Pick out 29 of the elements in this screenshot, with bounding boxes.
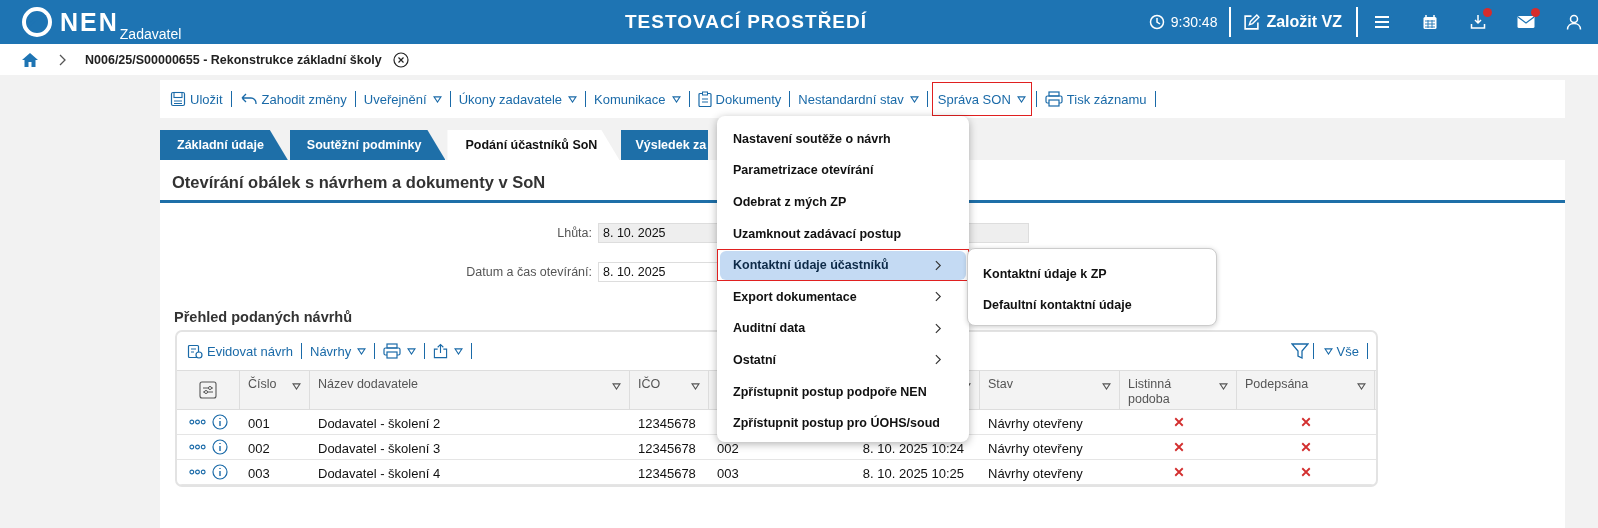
table-cell: Dodavatel - školení 3	[318, 441, 441, 456]
table-cell: 8. 10. 2025 10:25	[862, 466, 964, 481]
table-cell: 003	[717, 466, 739, 481]
column-header: Stav	[988, 377, 1013, 391]
clock-time: 9:30:48	[1170, 14, 1218, 30]
table-cell: 002	[717, 441, 739, 456]
column-header: Číslo	[248, 377, 277, 391]
table-cell: 001	[248, 416, 270, 431]
column-header: IČO	[638, 377, 661, 391]
table-cell: Dodavatel - školení 2	[318, 416, 441, 431]
table-cell: 12345678	[638, 416, 696, 431]
logo-subtitle: Zadavatel	[119, 26, 182, 42]
column-header: Název dodavatele	[318, 377, 419, 391]
table-cell: 12345678	[638, 441, 696, 456]
table-cell: 002	[248, 441, 270, 456]
table-cell: Návrhy otevřeny	[988, 466, 1083, 481]
table-cell: Návrhy otevřeny	[988, 441, 1083, 456]
table-cell: Návrhy otevřeny	[988, 416, 1083, 431]
logo-text: NEN	[60, 7, 119, 37]
table-cell: 003	[248, 466, 270, 481]
table-cell: 12345678	[638, 466, 696, 481]
environment-title: TESTOVACÍ PROSTŘEDÍ	[623, 11, 869, 33]
column-header: Podepsána	[1245, 377, 1309, 391]
table-cell: Dodavatel - školení 4	[318, 466, 441, 481]
column-header: Listinná podoba	[1128, 377, 1172, 406]
section-title: Přehled podaných návrhů	[174, 309, 353, 327]
field-label: Lhůta:	[556, 226, 593, 240]
table-cell: 8. 10. 2025 10:24	[862, 441, 964, 456]
field-label: Datum a čas otevírání:	[465, 265, 593, 279]
